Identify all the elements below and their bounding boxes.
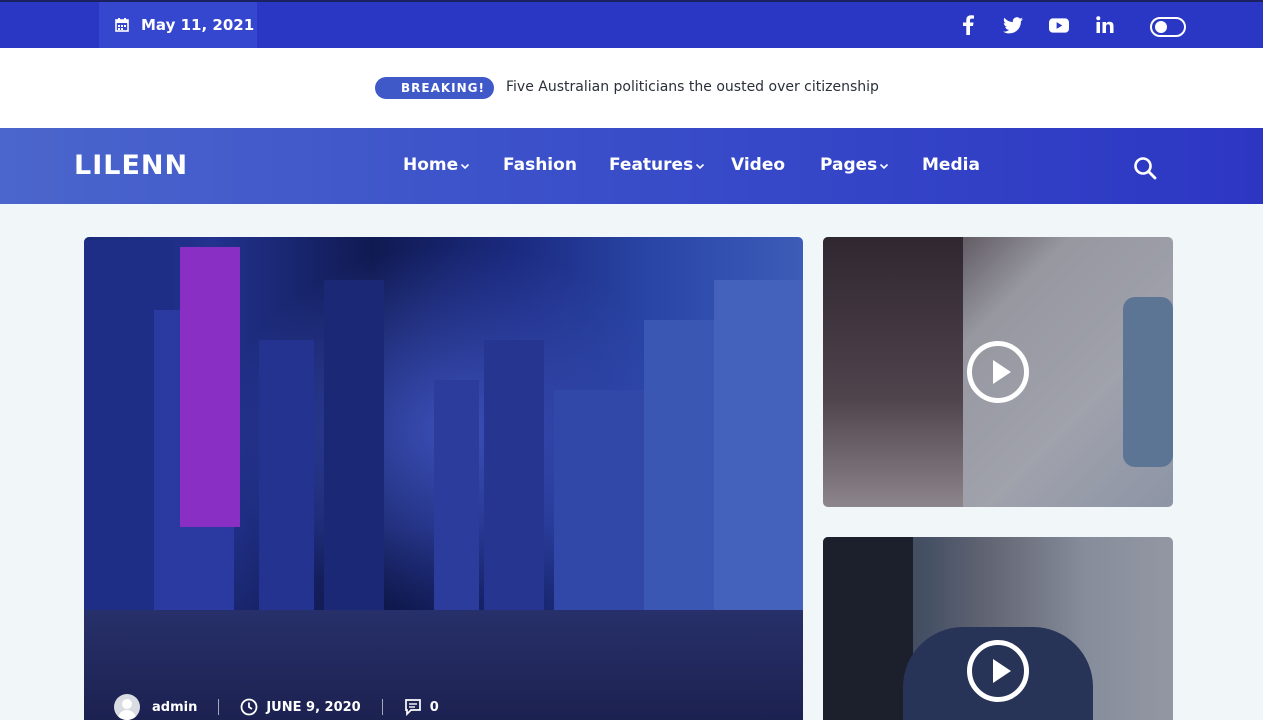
nav-item-label: Home	[403, 155, 459, 175]
avatar	[114, 694, 140, 720]
nav-item-features[interactable]: Features	[609, 155, 705, 175]
dark-mode-toggle[interactable]	[1150, 17, 1186, 37]
building-shape	[644, 320, 714, 640]
building-shape	[484, 340, 544, 640]
article-date: JUNE 9, 2020	[266, 699, 361, 715]
featured-article-image[interactable]	[84, 237, 803, 720]
nav-item-label: Video	[731, 155, 786, 175]
main-navbar: LILENN Home Fashion Features Video Pages…	[0, 128, 1263, 204]
search-icon[interactable]	[1133, 156, 1157, 180]
top-bar: May 11, 2021	[0, 0, 1263, 48]
twitter-icon[interactable]	[1003, 15, 1023, 35]
nav-item-fashion[interactable]: Fashion	[503, 155, 577, 175]
breaking-news-bar: BREAKING! Five Australian politicians th…	[0, 48, 1263, 128]
divider	[381, 699, 383, 715]
nav-item-home[interactable]: Home	[403, 155, 470, 175]
nav-item-label: Media	[922, 155, 980, 175]
chevron-down-icon	[880, 163, 889, 170]
divider	[218, 699, 220, 715]
calendar-icon	[115, 18, 129, 32]
building-shape	[324, 280, 384, 640]
comment-count[interactable]: 0	[430, 700, 439, 715]
youtube-icon[interactable]	[1049, 15, 1069, 35]
video-card[interactable]	[823, 537, 1173, 720]
building-shape	[554, 390, 644, 640]
breaking-badge: BREAKING!	[375, 77, 494, 99]
building-shape	[259, 340, 314, 640]
nav-item-pages[interactable]: Pages	[820, 155, 889, 175]
site-logo[interactable]: LILENN	[74, 150, 188, 181]
chevron-down-icon	[696, 163, 705, 170]
date-display: May 11, 2021	[99, 2, 257, 48]
toggle-knob	[1155, 21, 1167, 33]
building-shape	[714, 280, 803, 640]
video-card[interactable]	[823, 237, 1173, 507]
play-icon[interactable]	[967, 640, 1029, 702]
nav-item-media[interactable]: Media	[922, 155, 980, 175]
nav-item-video[interactable]: Video	[731, 155, 785, 175]
chevron-down-icon	[461, 163, 470, 170]
facebook-icon[interactable]	[958, 15, 978, 35]
author-name[interactable]: admin	[152, 700, 197, 715]
comment-icon	[404, 699, 421, 716]
nav-item-label: Features	[609, 155, 694, 175]
date-text: May 11, 2021	[141, 16, 255, 34]
linkedin-icon[interactable]	[1095, 15, 1115, 35]
nav-item-label: Pages	[820, 155, 878, 175]
nav-item-label: Fashion	[503, 155, 577, 175]
building-shape	[434, 380, 479, 640]
breaking-headline[interactable]: Five Australian politicians the ousted o…	[506, 79, 879, 95]
article-meta: admin JUNE 9, 2020 0	[114, 693, 439, 720]
play-icon[interactable]	[967, 341, 1029, 403]
clock-icon	[240, 698, 258, 716]
billboard-shape	[180, 247, 240, 527]
